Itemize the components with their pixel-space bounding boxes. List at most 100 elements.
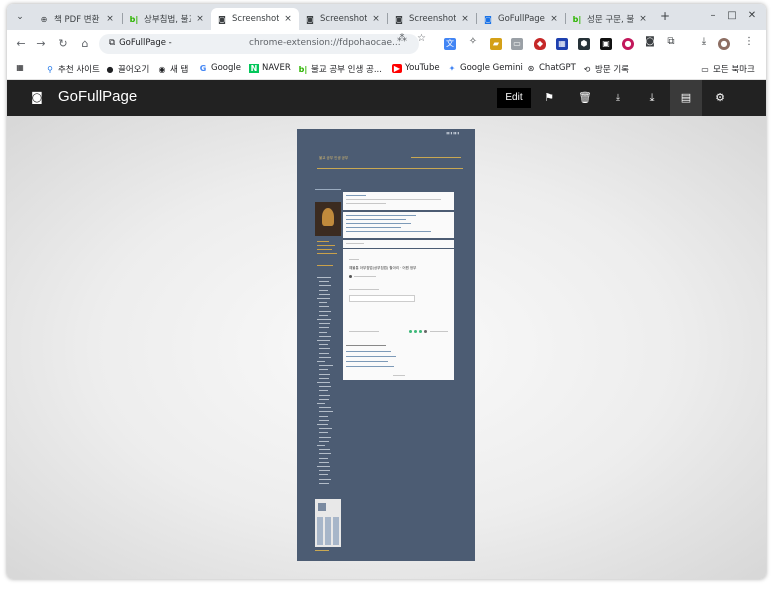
extension-black-icon[interactable]: ▣: [600, 38, 612, 50]
preview-tab-card: [343, 240, 454, 248]
address-bar[interactable]: ⧉ GoFullPage - chrome-extension://fdpoha…: [99, 34, 419, 54]
sidebar-category-line: [319, 365, 333, 367]
sidebar-category-line: [317, 445, 325, 446]
site-info[interactable]: ⧉ GoFullPage -: [109, 38, 172, 48]
reload-icon[interactable]: ↻: [55, 36, 71, 52]
sidebar-category-line: [319, 415, 328, 417]
widget-thumbnail: [318, 503, 326, 511]
tab-search-icon[interactable]: ⌄: [13, 10, 27, 24]
sidebar-category-line: [319, 390, 328, 392]
close-icon[interactable]: ×: [638, 14, 648, 24]
tab-pdf[interactable]: ⊕ 책 PDF 변환 ×: [33, 8, 121, 30]
tab-blog-2[interactable]: b| 성문 구문, 불교 ×: [566, 8, 654, 30]
preview-notice-card: [343, 192, 454, 210]
app-title: GoFullPage: [58, 88, 138, 105]
close-window-button[interactable]: ✕: [745, 10, 759, 21]
bookmark-recommended[interactable]: ⚲ 추천 사이트: [45, 63, 100, 76]
close-icon[interactable]: ×: [371, 14, 381, 24]
green-dot: [419, 330, 422, 333]
download-icon[interactable]: ⤓: [697, 36, 711, 47]
preview-related-posts: [343, 342, 454, 380]
bookmark-import[interactable]: ● 끌어오기: [105, 63, 150, 76]
extension-gray-icon[interactable]: ▭: [511, 38, 523, 50]
sidebar-category-line: [319, 461, 329, 463]
bookmark-chatgpt[interactable]: ⊛ ChatGPT: [526, 63, 576, 73]
bookmark-star-icon[interactable]: ☆: [417, 33, 426, 44]
close-icon[interactable]: ×: [460, 14, 470, 24]
gear-icon[interactable]: ⚙: [712, 90, 728, 106]
bookmark-new-tab[interactable]: ◉ 새 탭: [157, 63, 189, 76]
extension-translate-icon[interactable]: 文: [444, 38, 456, 50]
extension-shield-icon[interactable]: ◆: [534, 38, 546, 50]
bookmark-gemini[interactable]: ✦ Google Gemini: [447, 63, 523, 73]
bookmark-google[interactable]: G Google: [198, 63, 241, 73]
blog-favicon-icon: b|: [129, 14, 139, 24]
tab-screenshot-active[interactable]: ◙ Screenshot ×: [211, 8, 299, 30]
edit-button[interactable]: Edit: [497, 88, 531, 108]
sidebar-category-line: [319, 457, 328, 459]
download-icon[interactable]: ⤓: [644, 90, 660, 106]
preview-sidebar: [315, 189, 341, 549]
sidebar-category-line: [319, 327, 329, 329]
extension-camera-icon[interactable]: ◙: [643, 36, 657, 47]
tab-screenshot-2[interactable]: ◙ Screenshot ×: [299, 8, 387, 30]
google-icon: G: [199, 63, 207, 73]
bookmark-naver[interactable]: N NAVER: [249, 63, 291, 73]
url-text[interactable]: chrome-extension://fdpohaocae...: [249, 38, 401, 48]
new-tab-button[interactable]: +: [658, 9, 672, 23]
screenshot-viewer: ▮▮ ▮ ▮▮ ▮ 불교 공부 인생 공부 예불통 아부침법(상부침법) 할아리…: [7, 116, 766, 579]
back-arrow-icon[interactable]: ←: [13, 36, 29, 52]
close-icon[interactable]: ×: [283, 14, 293, 24]
maximize-button[interactable]: □: [725, 10, 739, 21]
camera-icon: ◙: [306, 14, 314, 24]
sidebar-category-line: [317, 277, 331, 278]
folder-icon: ▭: [701, 64, 709, 74]
sidebar-category-line: [319, 369, 328, 371]
sidebar-category-line: [319, 436, 331, 438]
extension-pink-icon[interactable]: ●: [622, 38, 634, 50]
apps-grid-icon[interactable]: ▦: [15, 63, 25, 72]
extension-yellow-icon[interactable]: ▰: [490, 38, 502, 50]
tab-gofullpage[interactable]: ◙ GoFullPage ×: [477, 8, 565, 30]
extension-grid-icon[interactable]: ▦: [556, 38, 568, 50]
file-list-icon[interactable]: ▤: [678, 90, 694, 106]
all-bookmarks[interactable]: ▭ 모든 북마크: [700, 63, 755, 76]
flag-icon[interactable]: ⚑: [541, 90, 557, 106]
sidebar-category-line: [319, 310, 331, 312]
sidebar-category-line: [319, 335, 331, 337]
sidebar-category-line: [319, 394, 330, 396]
preview-embedded-link: [349, 295, 415, 302]
download-pdf-icon[interactable]: ⤓: [610, 90, 626, 106]
sidebar-category-line: [319, 407, 331, 409]
globe-icon: ⊕: [40, 14, 48, 24]
bookmark-youtube[interactable]: ▶ YouTube: [392, 63, 440, 73]
trash-icon[interactable]: 🗑: [577, 90, 593, 106]
sidebar-category-line: [319, 482, 329, 484]
card-text-line: [346, 203, 386, 204]
card-text-line: [349, 289, 379, 290]
sidebar-category-line: [317, 403, 325, 404]
extension-sparkle-icon[interactable]: ✧: [466, 36, 480, 47]
translate-icon[interactable]: ⁂: [397, 33, 407, 44]
card-link-line: [346, 361, 388, 362]
forward-arrow-icon[interactable]: →: [33, 36, 49, 52]
minimize-button[interactable]: –: [706, 10, 720, 21]
green-dot: [409, 330, 412, 333]
profile-avatar[interactable]: ●: [718, 38, 730, 50]
card-text-line: [349, 259, 359, 260]
tab-screenshot-3[interactable]: ◙ Screenshot ×: [388, 8, 476, 30]
close-icon[interactable]: ×: [549, 14, 559, 24]
close-icon[interactable]: ×: [105, 14, 115, 24]
tab-blog-1[interactable]: b| 상부침법, 불교 ×: [123, 8, 211, 30]
home-icon[interactable]: ⌂: [77, 36, 93, 52]
extension-dark-icon[interactable]: ⬢: [578, 38, 590, 50]
bookmark-history[interactable]: ⟲ 방문 기록: [582, 63, 629, 76]
sidebar-category-line: [317, 319, 331, 320]
extensions-puzzle-icon[interactable]: ⧉: [664, 36, 678, 47]
bookmark-blog[interactable]: b| 불교 공부 인생 공...: [298, 63, 382, 76]
green-dot: [414, 330, 417, 333]
close-icon[interactable]: ×: [195, 14, 205, 24]
menu-kebab-icon[interactable]: ⋮: [742, 36, 756, 47]
sidebar-category-line: [317, 298, 330, 299]
screenshot-preview[interactable]: ▮▮ ▮ ▮▮ ▮ 불교 공부 인생 공부 예불통 아부침법(상부침법) 할아리…: [297, 129, 475, 561]
